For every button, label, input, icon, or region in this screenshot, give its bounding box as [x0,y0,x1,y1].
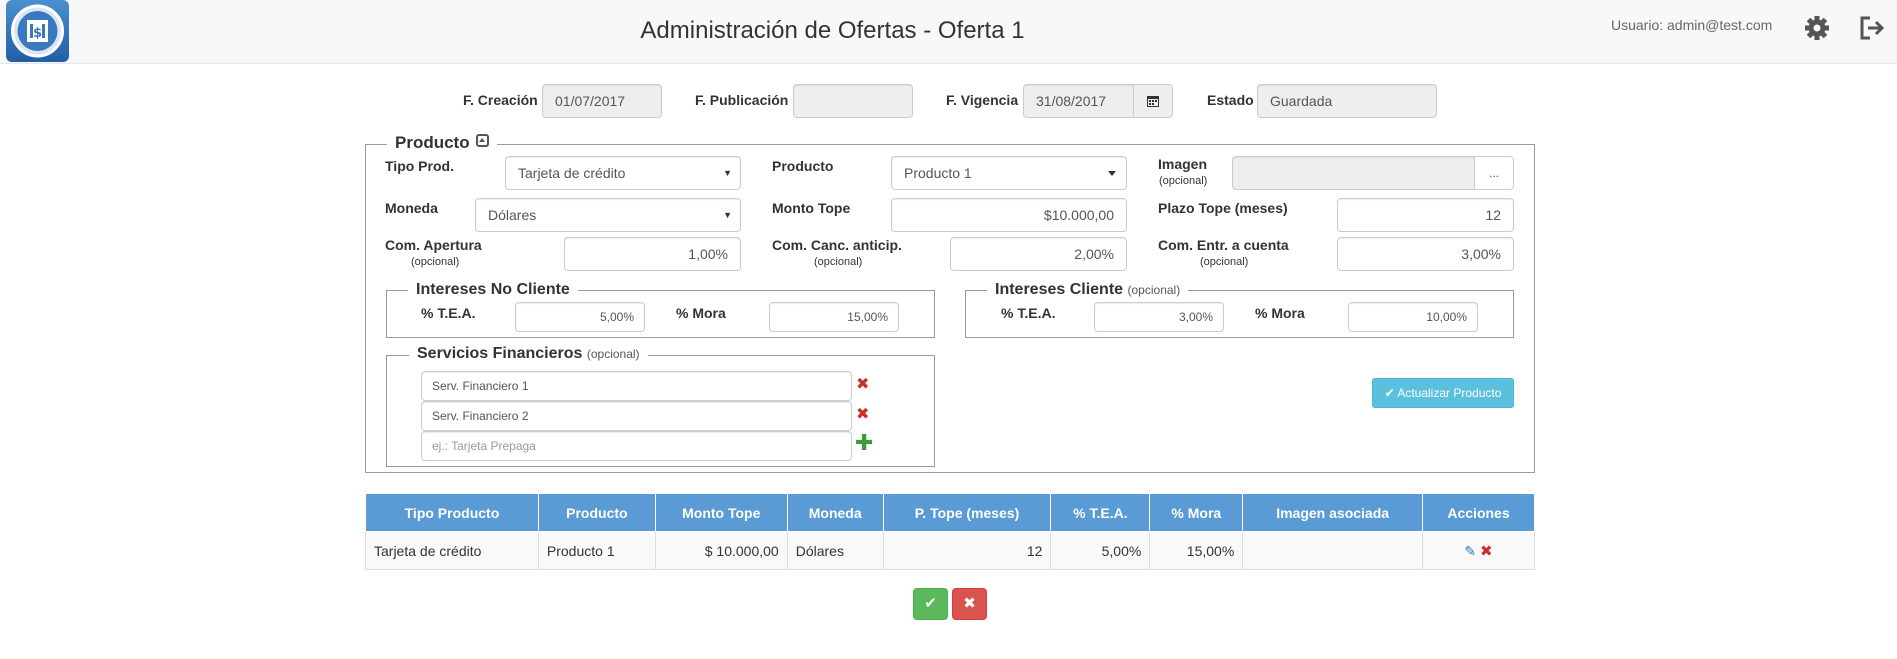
chevron-down-icon [1108,171,1116,176]
opening-fee-label: Com. Apertura [385,237,482,253]
cell-image [1242,531,1424,570]
max-amount-input[interactable]: $10.000,00 [891,198,1127,232]
client-interest-optional-hint: (opcional) [1127,283,1181,297]
client-interest-legend: Intereses Cliente (opcional) [987,281,1189,299]
cell-tea: 5,00% [1050,531,1151,570]
column-header: % Mora [1149,493,1244,532]
confirm-button[interactable]: ✔ [913,588,948,620]
new-service-input[interactable]: ej.: Tarjeta Prepaga [421,431,852,461]
column-header: P. Tope (meses) [882,493,1052,532]
cell-actions: ✎ ✖ [1422,531,1535,570]
currency-select[interactable]: Dólares ▼ [475,198,741,232]
dropdown-arrow-icon: ▼ [723,210,732,220]
financial-services-optional-hint: (opcional) [586,347,640,361]
table-row: Tarjeta de crédito Producto 1 $ 10.000,0… [365,531,1535,570]
creation-date-field: 01/07/2017 [542,84,662,118]
product-type-value: Tarjeta de crédito [518,165,626,181]
calendar-icon [1147,96,1159,107]
product-select[interactable]: Producto 1 [891,156,1127,190]
financial-services-legend-text: Servicios Financieros [417,345,583,362]
status-field: Guardada [1257,84,1437,118]
add-service-icon[interactable]: ✚ [855,430,873,456]
cell-product: Producto 1 [537,531,656,570]
column-header: Moneda [786,493,884,532]
client-tea-input[interactable]: 3,00% [1094,302,1224,332]
max-term-input[interactable]: 12 [1337,198,1514,232]
publication-date-field [793,84,913,118]
column-header: Producto [537,493,656,532]
delete-icon[interactable]: ✖ [1480,543,1493,560]
remove-service-1-icon[interactable]: ✖ [856,374,869,394]
update-product-label: Actualizar Producto [1397,386,1502,400]
edit-icon[interactable]: ✎ [1464,543,1476,559]
non-client-tea-label: % T.E.A. [421,305,476,321]
client-tea-label: % T.E.A. [1001,305,1056,321]
opening-fee-input[interactable]: 1,00% [564,237,741,271]
validity-date-field[interactable]: 31/08/2017 [1023,84,1134,118]
early-cancel-fee-label: Com. Canc. anticip. [772,237,902,253]
non-client-mora-input[interactable]: 15,00% [769,302,899,332]
creation-date-label: F. Creación [463,92,538,108]
column-header: Monto Tope [654,493,788,532]
financial-services-legend: Servicios Financieros (opcional) [409,345,648,363]
collapse-icon[interactable] [476,134,490,147]
max-term-label: Plazo Tope (meses) [1158,200,1288,216]
image-optional-hint: (opcional) [1159,175,1208,187]
opening-fee-optional-hint: (opcional) [411,256,460,268]
close-icon: ✖ [963,595,976,612]
down-payment-fee-label: Com. Entr. a cuenta [1158,237,1289,253]
product-type-label: Tipo Prod. [385,158,454,174]
calendar-button[interactable] [1133,84,1173,118]
gear-icon[interactable] [1802,13,1832,43]
cell-max-term: 12 [882,531,1052,570]
column-header: Acciones [1422,493,1535,532]
early-cancel-fee-optional-hint: (opcional) [814,256,863,268]
table-header-row: Tipo Producto Producto Monto Tope Moneda… [365,493,1535,532]
logout-icon[interactable] [1856,13,1886,43]
check-icon: ✔ [1384,386,1395,400]
product-type-select[interactable]: Tarjeta de crédito ▼ [505,156,741,190]
image-field [1232,156,1475,190]
cell-currency: Dólares [786,531,884,570]
cell-product-type: Tarjeta de crédito [365,531,539,570]
page-title: Administración de Ofertas - Oferta 1 [640,17,1025,44]
update-product-button[interactable]: ✔ Actualizar Producto [1372,378,1514,408]
user-label: Usuario: admin@test.com [1611,17,1773,33]
column-header: % T.E.A. [1050,493,1151,532]
product-value: Producto 1 [904,165,972,181]
non-client-interest-legend: Intereses No Cliente [408,281,578,299]
image-browse-button[interactable]: ... [1474,156,1514,190]
product-label: Producto [772,158,834,174]
max-amount-label: Monto Tope [772,200,851,216]
client-mora-input[interactable]: 10,00% [1348,302,1478,332]
down-payment-fee-optional-hint: (opcional) [1200,256,1249,268]
currency-label: Moneda [385,200,438,216]
client-interest-legend-text: Intereses Cliente [995,281,1124,298]
down-payment-fee-input[interactable]: 3,00% [1337,237,1514,271]
column-header: Imagen asociada [1242,493,1424,532]
validity-date-label: F. Vigencia [946,92,1019,108]
product-legend: Producto [387,133,498,153]
early-cancel-fee-input[interactable]: 2,00% [950,237,1127,271]
check-icon: ✔ [924,595,937,612]
publication-date-label: F. Publicación [695,92,789,108]
top-navbar: $ Administración de Ofertas - Oferta 1 U… [0,0,1897,64]
cancel-button[interactable]: ✖ [952,588,987,620]
non-client-tea-input[interactable]: 5,00% [515,302,645,332]
remove-service-2-icon[interactable]: ✖ [856,404,869,424]
client-mora-label: % Mora [1255,305,1305,321]
service-input-1[interactable]: Serv. Financiero 1 [421,371,852,401]
status-label: Estado [1207,92,1254,108]
currency-value: Dólares [488,207,537,223]
image-label: Imagen [1158,156,1208,172]
column-header: Tipo Producto [365,493,539,532]
service-input-2[interactable]: Serv. Financiero 2 [421,401,852,431]
products-table: Tipo Producto Producto Monto Tope Moneda… [365,493,1535,570]
dropdown-arrow-icon: ▼ [723,168,732,178]
product-legend-text: Producto [395,133,470,152]
cell-max-amount: $ 10.000,00 [654,531,788,570]
non-client-mora-label: % Mora [676,305,726,321]
cell-mora: 15,00% [1149,531,1244,570]
